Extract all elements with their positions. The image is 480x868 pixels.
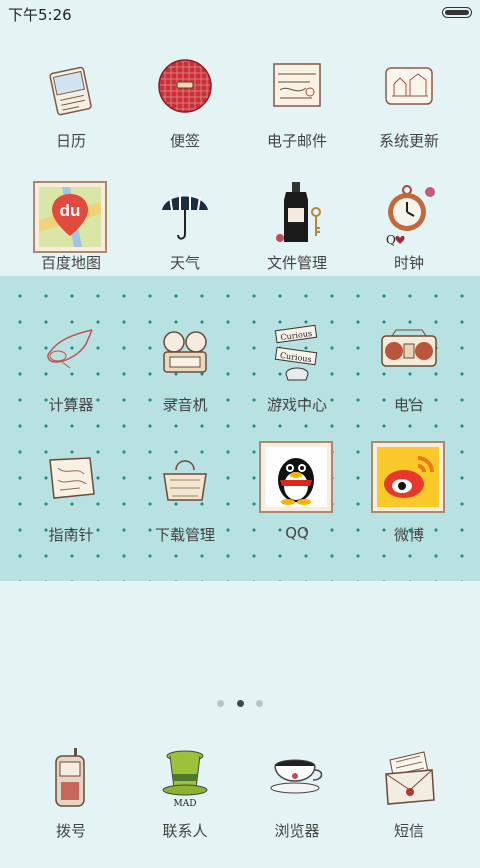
dock-browser[interactable]: 浏览器 [242, 748, 352, 868]
app-notes[interactable]: 便签 [130, 58, 240, 178]
app-label: 时钟 [393, 254, 424, 272]
app-baidu-map[interactable]: du 百度地图 [16, 180, 126, 300]
download-manager-icon [150, 452, 220, 522]
app-label: 拨号 [55, 822, 86, 840]
app-label: 电子邮件 [266, 132, 327, 150]
dock-phone[interactable]: 拨号 [16, 748, 126, 868]
app-qq[interactable]: QQ [242, 441, 352, 572]
app-compass[interactable]: 指南针 [16, 452, 126, 572]
dock-sms[interactable]: 短信 [354, 748, 464, 868]
page-dot-1[interactable] [217, 700, 224, 707]
weibo-icon [371, 441, 445, 522]
app-label: 录音机 [162, 396, 208, 414]
compass-icon [36, 452, 106, 522]
qq-penguin-icon [259, 441, 333, 522]
app-calculator[interactable]: 计算器 [16, 322, 126, 442]
app-label: 百度地图 [40, 254, 101, 272]
browser-teacup-icon [262, 748, 332, 818]
app-clock[interactable]: Q 时钟 [354, 180, 464, 300]
app-label: 下载管理 [154, 526, 215, 544]
app-label: 日历 [55, 132, 86, 150]
battery-icon [442, 7, 472, 18]
app-label: 计算器 [48, 396, 94, 414]
calculator-icon [36, 322, 106, 392]
app-label: 短信 [393, 822, 424, 840]
app-label: 便签 [169, 132, 200, 150]
page-dot-2-active[interactable] [237, 700, 244, 707]
app-label: 指南针 [48, 526, 94, 544]
system-update-icon [374, 58, 444, 128]
recorder-icon [150, 322, 220, 392]
sms-envelope-icon [374, 748, 444, 818]
app-label: 联系人 [162, 822, 208, 840]
page-indicator [0, 698, 480, 710]
app-calendar[interactable]: 日历 [16, 58, 126, 178]
baidu-map-icon-text: du [60, 201, 81, 220]
svg-text:MAD: MAD [174, 799, 197, 809]
clock-icon: Q [374, 180, 444, 250]
app-recorder[interactable]: 录音机 [130, 322, 240, 442]
app-label: QQ [285, 524, 309, 542]
phone-icon [36, 748, 106, 818]
status-bar: 下午5:26 [0, 0, 480, 26]
contacts-hat-icon: MAD [150, 748, 220, 818]
app-download-manager[interactable]: 下载管理 [130, 452, 240, 572]
baidu-map-icon: du [33, 180, 107, 253]
weather-umbrella-icon [150, 180, 220, 250]
app-label: 电台 [393, 396, 424, 414]
app-file-manager[interactable]: 文件管理 [242, 180, 352, 300]
svg-text:Q: Q [386, 233, 396, 247]
app-label: 系统更新 [378, 132, 439, 150]
app-label: 天气 [169, 254, 200, 272]
app-label: 文件管理 [266, 254, 327, 272]
app-label: 微博 [393, 526, 424, 544]
page-dot-3[interactable] [256, 700, 263, 707]
app-weather[interactable]: 天气 [130, 180, 240, 300]
app-weibo[interactable]: 微博 [354, 441, 464, 572]
dock-contacts[interactable]: MAD 联系人 [130, 748, 240, 868]
calendar-icon [36, 58, 106, 128]
app-radio[interactable]: 电台 [354, 322, 464, 442]
status-time: 下午5:26 [8, 6, 72, 24]
notes-icon [150, 58, 220, 128]
app-game-center[interactable]: Curious Curious 游戏中心 [242, 322, 352, 442]
app-system-update[interactable]: 系统更新 [354, 58, 464, 178]
email-icon [262, 58, 332, 128]
file-manager-bottle-icon [262, 180, 332, 250]
game-center-icon: Curious Curious [262, 322, 332, 392]
radio-icon [374, 322, 444, 392]
app-email[interactable]: 电子邮件 [242, 58, 352, 178]
app-label: 游戏中心 [266, 396, 327, 414]
app-label: 浏览器 [274, 822, 320, 840]
